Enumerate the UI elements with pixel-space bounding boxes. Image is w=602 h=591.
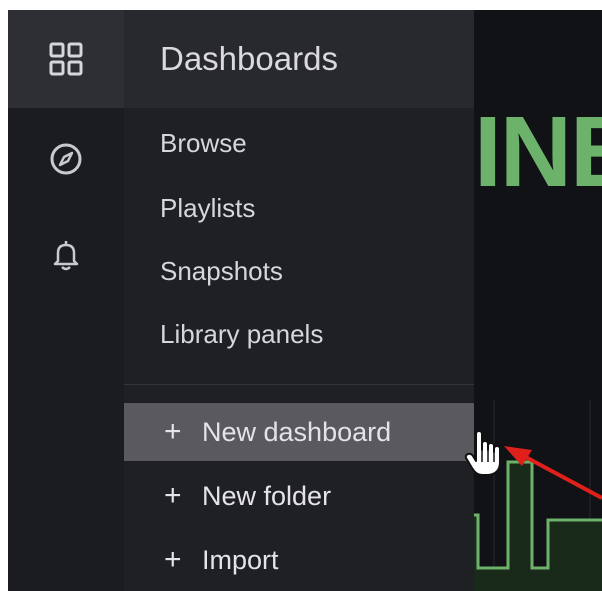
plus-icon: + bbox=[164, 479, 182, 512]
compass-icon bbox=[50, 143, 82, 175]
plus-icon: + bbox=[164, 543, 182, 576]
grafana-window: INE bbox=[8, 10, 602, 591]
plus-icon: + bbox=[164, 415, 182, 448]
new-dashboard-label: New dashboard bbox=[202, 416, 392, 447]
graph-panel bbox=[474, 400, 602, 591]
dashboards-menu: Dashboards Browse Playlists Snapshots Li… bbox=[124, 10, 501, 591]
nav-explore-button[interactable] bbox=[8, 110, 124, 208]
new-folder-button[interactable]: + New folder bbox=[124, 467, 474, 525]
menu-item-playlists[interactable]: Playlists bbox=[160, 191, 255, 225]
dashboard-background: INE bbox=[474, 10, 602, 591]
menu-item-browse[interactable]: Browse bbox=[160, 126, 247, 160]
menu-header: Dashboards bbox=[124, 10, 474, 108]
nav-dashboards-button[interactable] bbox=[8, 10, 124, 108]
menu-divider bbox=[124, 384, 474, 385]
hand-pointer-cursor-icon bbox=[464, 430, 501, 476]
graph-fill bbox=[474, 462, 602, 591]
import-button[interactable]: + Import bbox=[124, 531, 474, 589]
dashboards-grid-icon bbox=[49, 42, 83, 76]
new-folder-label: New folder bbox=[202, 480, 332, 511]
new-dashboard-button[interactable]: + New dashboard bbox=[124, 403, 474, 461]
import-label: Import bbox=[202, 544, 279, 575]
menu-title[interactable]: Dashboards bbox=[160, 40, 338, 78]
side-nav-rail bbox=[8, 10, 124, 591]
menu-item-library-panels[interactable]: Library panels bbox=[160, 317, 323, 351]
menu-item-snapshots[interactable]: Snapshots bbox=[160, 254, 283, 288]
bell-icon bbox=[53, 241, 79, 271]
nav-alerting-button[interactable] bbox=[8, 206, 124, 304]
